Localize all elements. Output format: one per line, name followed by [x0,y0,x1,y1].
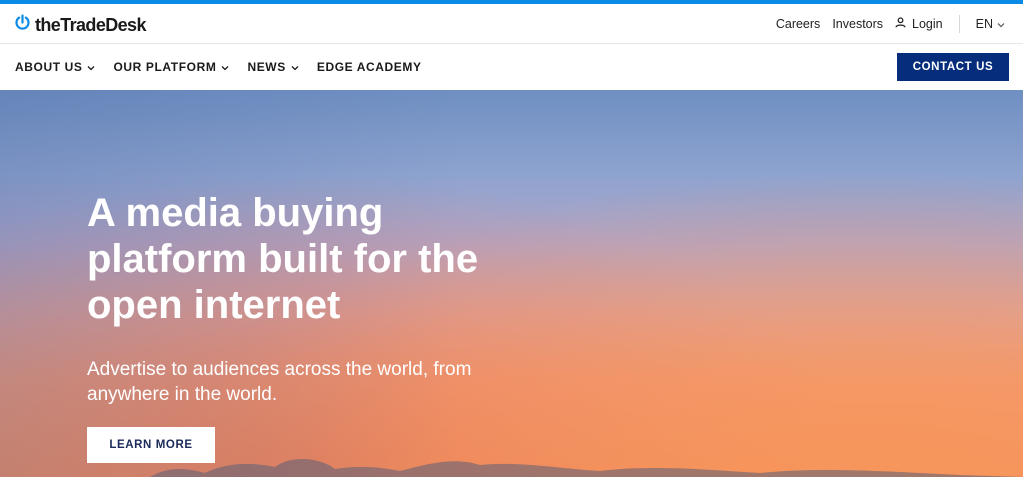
nav-item-label: OUR PLATFORM [113,60,217,74]
hero-subtitle: Advertise to audiences across the world,… [87,357,547,407]
hero-title-line: open internet [87,283,341,327]
user-icon [895,17,906,31]
nav-item-label: ABOUT US [15,60,83,74]
hero-subtitle-line: anywhere in the world. [87,384,278,405]
hero-subtitle-line: Advertise to audiences across the world,… [87,359,472,380]
chevron-down-icon [997,17,1005,31]
hero-title: A media buying platform built for the op… [87,190,557,328]
hero-cloud-silhouette [150,458,1023,477]
language-label: EN [975,17,993,31]
chevron-down-icon [87,60,95,74]
utility-links: Careers Investors Login EN [776,4,1005,44]
site-logo[interactable]: theTradeDesk [14,14,146,36]
language-selector[interactable]: EN [976,17,1005,31]
hero-title-line: A media buying [87,191,384,235]
utility-bar: theTradeDesk Careers Investors Login EN [0,4,1023,44]
nav-item-our-platform[interactable]: OUR PLATFORM [113,60,229,74]
careers-link[interactable]: Careers [776,17,820,31]
nav-item-edge-academy[interactable]: EDGE ACADEMY [317,60,422,74]
login-label: Login [912,17,943,31]
logo-text: theTradeDesk [35,14,146,35]
contact-us-button[interactable]: CONTACT US [897,53,1009,81]
hero-section: A media buying platform built for the op… [0,90,1023,477]
nav-item-label: NEWS [247,60,286,74]
hero-title-line: platform built for the [87,237,479,281]
chevron-down-icon [291,60,299,74]
nav-item-about-us[interactable]: ABOUT US [15,60,95,74]
nav-item-news[interactable]: NEWS [247,60,299,74]
investors-link[interactable]: Investors [832,17,883,31]
chevron-down-icon [221,60,229,74]
power-logo-icon [14,14,31,36]
login-link[interactable]: Login [895,17,943,31]
utility-divider [958,15,960,33]
main-nav: ABOUT US OUR PLATFORM NEWS EDGE ACADEMY … [0,44,1023,90]
nav-item-label: EDGE ACADEMY [316,60,422,74]
main-nav-items: ABOUT US OUR PLATFORM NEWS EDGE ACADEMY [15,60,422,74]
